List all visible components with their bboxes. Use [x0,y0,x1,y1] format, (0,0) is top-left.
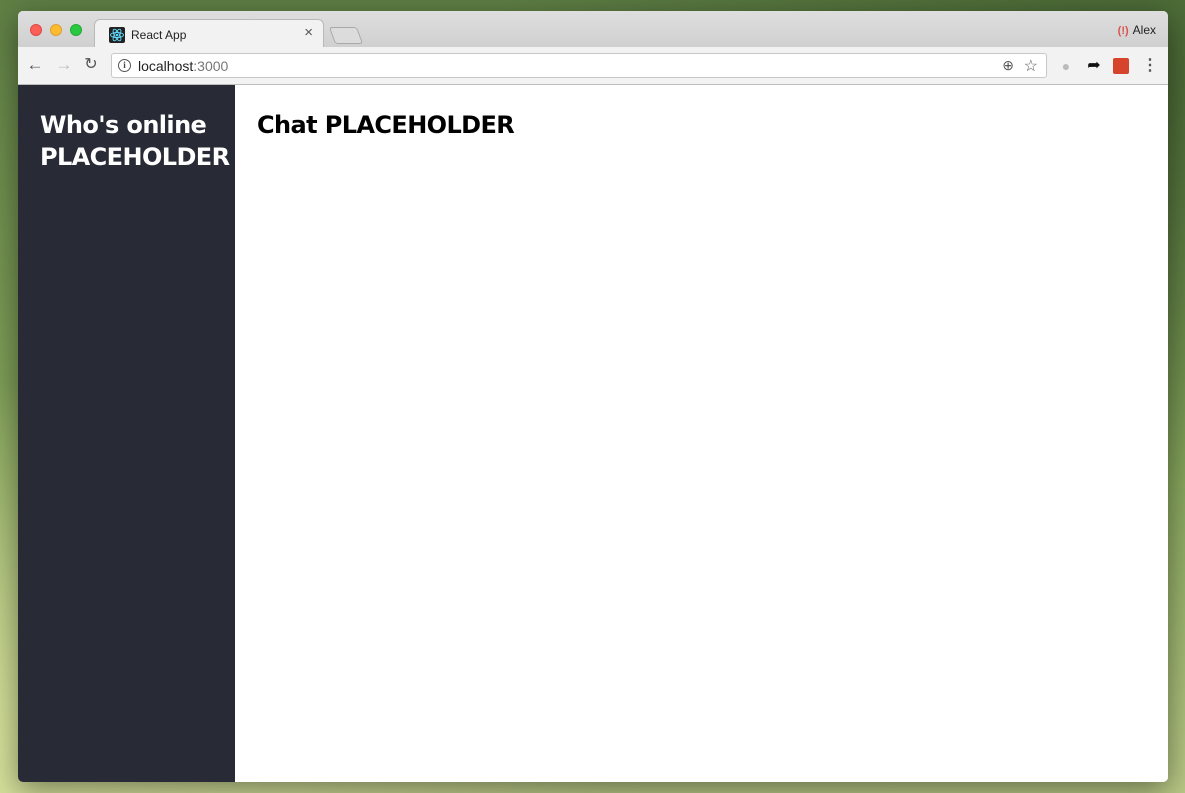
extension-icon[interactable]: ● [1057,57,1075,75]
zoom-icon[interactable]: ⊕ [1002,57,1014,74]
sidebar-heading: Who's online PLACEHOLDER [40,109,235,173]
more-menu-icon[interactable]: ⋮ [1141,57,1159,75]
sidebar-heading-line2: PLACEHOLDER [40,143,230,171]
forward-arrow-icon[interactable]: → [54,55,74,75]
chat-panel: Chat PLACEHOLDER [235,85,1168,782]
window-minimize-button[interactable] [50,24,62,36]
share-arrow-icon[interactable]: ➦ [1085,57,1103,75]
react-logo-icon [109,27,125,43]
url-port: :3000 [193,58,229,74]
page-content: Who's online PLACEHOLDER Chat PLACEHOLDE… [18,85,1168,782]
browser-toolbar: ← → ↻ i localhost:3000 ⊕ ☆ ● ➦ ⋮ [18,47,1168,85]
url-text[interactable]: localhost:3000 [138,58,228,74]
title-bar: React App × (!) Alex [18,11,1168,48]
chat-heading: Chat PLACEHOLDER [257,111,515,139]
url-host: localhost [138,58,194,74]
window-close-button[interactable] [30,24,42,36]
sidebar-heading-line1: Who's online [40,111,207,139]
browser-window: React App × (!) Alex ← → ↻ i localhost:30… [18,11,1168,782]
bookmark-star-icon[interactable]: ☆ [1024,56,1038,76]
extension-red-icon[interactable] [1113,58,1129,74]
address-bar[interactable]: i localhost:3000 ⊕ ☆ [111,53,1047,78]
sidebar: Who's online PLACEHOLDER [18,85,235,782]
profile-icon: (!) [1117,25,1129,37]
profile-button[interactable]: (!) Alex [1118,23,1156,37]
new-tab-button[interactable] [328,27,364,44]
back-arrow-icon[interactable]: ← [25,55,45,75]
info-icon[interactable]: i [118,59,131,72]
tab-close-icon[interactable]: × [304,25,313,41]
reload-icon[interactable]: ↻ [81,55,101,75]
profile-name: Alex [1132,23,1156,37]
tab-react-app[interactable]: React App × [94,19,324,48]
window-maximize-button[interactable] [70,24,82,36]
tab-title: React App [131,28,187,42]
